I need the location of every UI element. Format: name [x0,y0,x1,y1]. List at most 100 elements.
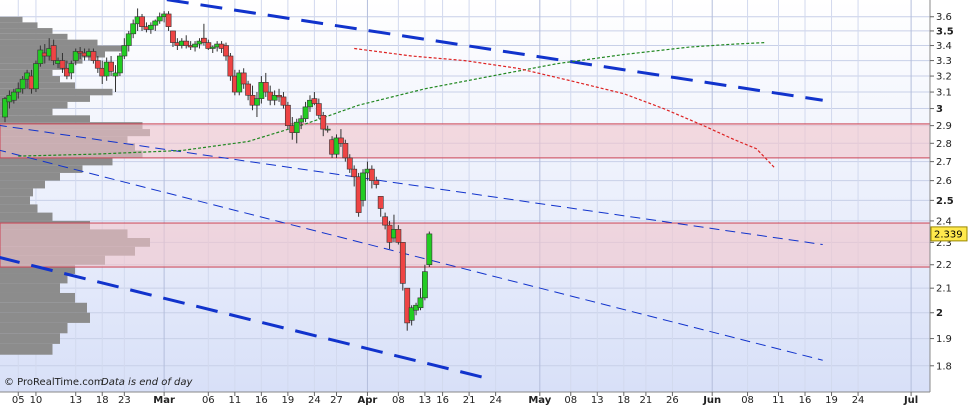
volume-profile-bar [0,188,33,197]
volume-profile-bar [0,28,53,34]
y-tick-label: 2.1 [936,284,952,295]
candle-down [139,16,145,27]
candle-up [15,88,22,93]
candle [33,60,39,93]
y-tick-label: 2.5 [936,196,954,207]
candle-down [338,137,344,144]
volume-profile-bar [0,115,90,123]
x-tick-label: 26 [666,395,679,406]
y-tick-label: 3.4 [936,41,952,52]
candle [426,231,433,268]
candle-down [165,13,172,27]
y-axis-ticks: 1.81.922.12.22.32.42.52.62.72.82.933.13.… [930,12,954,372]
volume-profile-bar [0,312,90,323]
y-tick-label: 3.3 [936,56,952,67]
resistance-zone [0,222,930,268]
x-tick-label: 16 [799,395,812,406]
candle-down [399,242,406,284]
y-tick-label: 2.6 [936,176,952,187]
candle-up [125,33,132,46]
x-tick-label: 10 [30,395,43,406]
y-tick-label: 2.4 [936,216,952,227]
y-tick-label: 2.2 [936,260,952,271]
candle-down [342,143,349,159]
volume-profile-bar [0,165,83,173]
x-tick-label: Mar [153,395,175,406]
candle-down [351,168,358,178]
candle-up [156,16,163,22]
y-tick-label: 1.8 [936,361,952,372]
x-axis-ticks: 05 10 13 18 23 Mar 06 11 16 19 24 27 Apr 08 13 16 21 24 Ma… [12,392,918,406]
volume-profile-bar [0,16,23,23]
volume-profile-bar [0,273,68,284]
candle-up [37,49,44,64]
candle [399,242,406,291]
candle-down [284,104,291,126]
volume-profile-bar [0,22,38,29]
candle-down [223,45,229,57]
candle-down [368,168,375,181]
x-tick-label: 13 [69,395,82,406]
x-tick-label: 24 [852,395,865,406]
candle-up [117,55,123,74]
candle-down [227,55,234,77]
candle-down [59,60,66,69]
candle-down [382,216,389,226]
candle-down [262,82,269,93]
volume-profile-bar [0,302,87,313]
candle-down [280,96,287,106]
candle-up [417,297,424,309]
y-tick-label: 2.7 [936,157,952,168]
x-tick-label: 23 [118,395,131,406]
candle-up [19,78,26,90]
x-tick-label: 13 [419,395,432,406]
volume-profile-bar [0,101,68,109]
x-tick-label: 06 [202,395,215,406]
footer-brand: © ProRealTime.com [4,377,104,388]
x-tick-label: 08 [741,395,754,406]
x-tick-label: 11 [772,395,785,406]
volume-profile-bar [0,196,30,205]
x-tick-label: 16 [436,395,449,406]
candle-down [320,115,327,130]
candle-down [50,45,57,61]
candle-down [94,60,101,69]
volume-profile-bar [0,172,60,181]
candle-up [254,98,260,106]
x-tick-label: 24 [308,395,321,406]
candle-up [360,172,366,201]
candle-up [298,118,305,123]
x-tick-label: 08 [392,395,405,406]
volume-profile-bar [0,292,75,303]
candle-up [192,43,198,48]
candle-down [245,83,251,96]
volume-profile-bar [0,180,45,189]
candle-up [426,233,433,266]
volume-profile-bar [0,333,60,344]
volume-profile-bar [0,45,128,52]
x-tick-label: 11 [228,395,241,406]
candle-down [240,72,247,85]
price-chart: 1.8 1.9 2 2.1 2.2 2.3 2.4 2.5 2.6 2.7 2.8 2.9 3 3.1 3.… [0,0,972,408]
y-tick-label: 2 [936,308,943,319]
chart-svg: 1.81.922.12.22.32.42.52.62.72.82.933.13.… [0,0,968,406]
candle-up [147,24,154,30]
candle [117,52,123,77]
candle-up [421,271,428,299]
x-tick-label: 13 [591,395,604,406]
x-tick-label: Apr [358,395,378,406]
x-tick-label: 21 [640,395,653,406]
candle-down [201,37,207,43]
candle-up [10,91,17,101]
candle-up [112,72,119,77]
candle-down [170,30,176,43]
candle-down [311,98,318,104]
x-tick-label: 18 [96,395,109,406]
volume-profile-bar [0,157,113,166]
volume-profile-bar [0,212,53,221]
x-tick-label: 27 [330,395,343,406]
y-tick-label: 3 [936,104,943,115]
x-tick-label: Jul [903,395,918,406]
x-tick-label: Jun [702,395,721,406]
candle-down [395,229,402,243]
